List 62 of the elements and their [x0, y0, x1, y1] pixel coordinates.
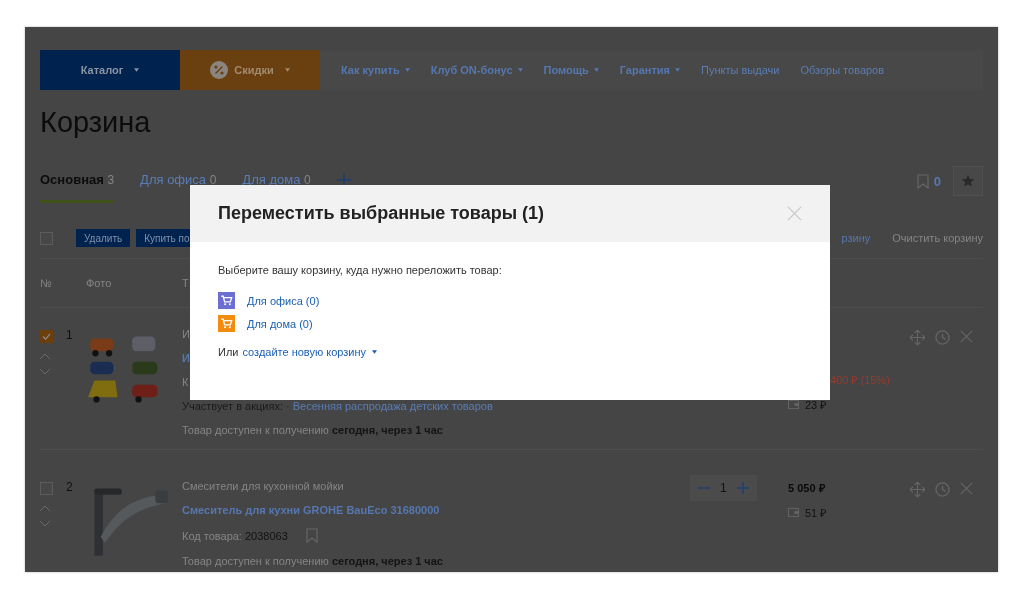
close-icon[interactable] [960, 330, 973, 343]
bookmark-count: 0 [933, 174, 941, 189]
promo-link[interactable]: Весенняя распродажа детских товаров [292, 400, 493, 412]
favorites-button[interactable] [953, 166, 983, 196]
column-header: Т [182, 277, 189, 289]
item-discount: 400 ₽ (15%) [830, 373, 890, 387]
item-category: И [182, 328, 190, 340]
bookmark-icon[interactable] [916, 174, 929, 189]
clock-icon[interactable] [935, 330, 950, 345]
toolbar-link[interactable]: Очистить корзину [892, 232, 983, 244]
quantity-stepper[interactable]: 1 [690, 475, 757, 501]
basket-link[interactable]: Для офиса (0) [247, 294, 320, 307]
move-icon[interactable] [910, 330, 925, 345]
basket-link[interactable]: Для дома (0) [247, 317, 313, 330]
close-icon[interactable] [960, 482, 973, 495]
close-icon[interactable] [787, 206, 802, 221]
caret-icon [517, 68, 523, 72]
column-header: № [40, 277, 52, 289]
wallet-icon [788, 507, 799, 518]
move-down-icon[interactable] [40, 369, 50, 375]
star-icon [961, 174, 975, 188]
move-up-icon[interactable] [40, 353, 50, 359]
column-header: Фото [86, 277, 112, 289]
bookmark-icon[interactable] [305, 528, 318, 543]
caret-icon [372, 350, 378, 354]
page-title: Корзина [40, 105, 152, 140]
menu-button[interactable]: Скидки [180, 50, 320, 90]
item-code: К [182, 376, 189, 388]
caret-icon [134, 68, 140, 72]
dialog-title: Переместить выбранные товары (1) [218, 203, 546, 224]
nav-link[interactable]: Клуб ON-бонус [430, 64, 523, 76]
caret-icon [404, 68, 410, 72]
clock-icon[interactable] [935, 482, 950, 497]
toolbar-link[interactable]: рзину [841, 232, 871, 244]
move-up-icon[interactable] [40, 505, 50, 511]
menu-button[interactable]: Каталог [40, 50, 180, 90]
nav-link[interactable]: Пункты выдачи [701, 64, 780, 76]
tab[interactable]: Для офиса 0 [140, 166, 217, 188]
move-icon[interactable] [910, 482, 925, 497]
nav-link[interactable]: Как купить [341, 64, 410, 76]
quantity-value: 1 [720, 481, 727, 495]
move-down-icon[interactable] [40, 521, 50, 527]
caret-icon [284, 68, 290, 72]
create-basket-link[interactable]: создайте новую корзину [242, 346, 367, 358]
dialog-prompt: Выберите вашу корзину, куда нужно переложить товар: [218, 264, 502, 276]
create-prefix: Или [218, 346, 239, 358]
nav-link[interactable]: Гарантия [619, 64, 681, 76]
plus-icon[interactable] [736, 482, 749, 494]
item-title-link[interactable]: Смеситель для кухни GROHE BauEco 31680000 [182, 504, 440, 516]
item-title-link[interactable]: И [182, 352, 190, 364]
percent-icon [210, 61, 229, 79]
item-checkbox[interactable] [40, 330, 53, 343]
nav-link[interactable]: Обзоры товаров [800, 64, 885, 76]
caret-icon [675, 68, 681, 72]
toolbar-button[interactable]: Удалить [76, 229, 131, 247]
item-category: Смесители для кухонной мойки [182, 480, 344, 492]
caret-icon [593, 68, 599, 72]
add-tab-icon[interactable] [336, 173, 351, 187]
nav-link[interactable]: Помощь [543, 64, 599, 76]
item-price: 5 050 ₽ [788, 481, 825, 495]
tab[interactable]: Основная 3 [40, 166, 115, 203]
wallet-icon [788, 399, 799, 410]
